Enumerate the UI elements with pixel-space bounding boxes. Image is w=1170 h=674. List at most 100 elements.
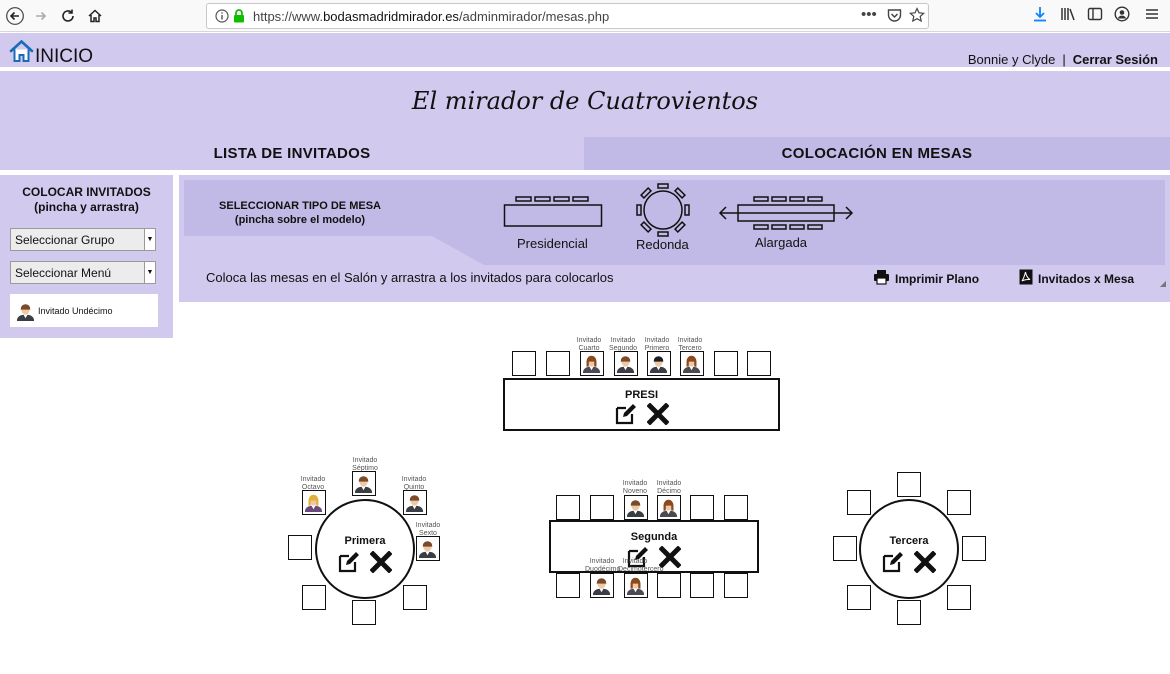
seat-occupied[interactable]: [614, 351, 638, 376]
home-icon[interactable]: [84, 5, 106, 27]
seat-empty[interactable]: [847, 490, 871, 515]
delete-icon[interactable]: [645, 402, 670, 430]
menu-select[interactable]: Seleccionar Menú ▼: [10, 261, 156, 284]
printer-icon: [873, 269, 890, 288]
seat-empty[interactable]: [847, 585, 871, 610]
seat-empty[interactable]: [590, 495, 614, 520]
tab-guest-list[interactable]: LISTA DE INVITADOS: [0, 137, 584, 170]
guests-per-table-button[interactable]: Invitados x Mesa: [1019, 269, 1134, 288]
redonda-label[interactable]: Redonda: [636, 237, 689, 252]
table-name: Segunda: [630, 531, 678, 543]
floor-plan: Invitado Cuarto Invitado Segundo Invitad…: [0, 302, 1170, 674]
seat-empty[interactable]: [714, 351, 738, 376]
edit-icon[interactable]: [338, 551, 360, 578]
print-plan-button[interactable]: Imprimir Plano: [873, 269, 979, 288]
seat-empty[interactable]: [833, 536, 857, 561]
tab-table-seating[interactable]: COLOCACIÓN EN MESAS: [584, 137, 1170, 170]
delete-icon[interactable]: [913, 550, 937, 578]
seat-empty[interactable]: [556, 495, 580, 520]
person-avatar-icon: [616, 353, 636, 373]
account-icon[interactable]: [1114, 6, 1130, 25]
seat-empty[interactable]: [747, 351, 771, 376]
menu-select-value: Seleccionar Menú: [15, 266, 112, 280]
url-text: https://www.bodasmadridmirador.es/adminm…: [253, 9, 610, 24]
presidencial-model-icon[interactable]: [503, 194, 605, 230]
seat-occupied[interactable]: [647, 351, 671, 376]
table-presi[interactable]: PRESI: [503, 378, 780, 431]
delete-icon[interactable]: [369, 550, 393, 578]
seat-empty[interactable]: [724, 573, 748, 598]
table-primera[interactable]: Primera: [315, 499, 415, 599]
seat-occupied[interactable]: [657, 495, 681, 520]
seat-empty[interactable]: [403, 585, 427, 610]
home-label: INICIO: [35, 46, 94, 67]
page-actions-icon[interactable]: •••: [861, 6, 877, 23]
menu-icon[interactable]: [1144, 6, 1160, 25]
seat-empty[interactable]: [690, 573, 714, 598]
user-name: Bonnie y Clyde: [967, 52, 1056, 67]
person-avatar-icon: [354, 473, 374, 493]
seat-empty[interactable]: [897, 600, 921, 625]
seat-empty[interactable]: [947, 490, 971, 515]
guest-label: Invitado Duodécimo: [585, 558, 621, 573]
logout-link[interactable]: Cerrar Sesión: [1073, 52, 1158, 67]
table-type-title-line2: (pincha sobre el modelo): [234, 214, 366, 226]
person-avatar-icon: [304, 492, 324, 512]
back-icon[interactable]: [4, 5, 26, 27]
url-bar[interactable]: https://www.bodasmadridmirador.es/adminm…: [206, 3, 929, 29]
table-type-title: SELECCIONAR TIPO DE MESA (pincha sobre e…: [210, 199, 390, 227]
seat-occupied[interactable]: [352, 471, 376, 496]
group-select-value: Seleccionar Grupo: [15, 233, 115, 247]
seat-occupied[interactable]: [302, 490, 326, 515]
chevron-down-icon: ▼: [144, 229, 155, 250]
table-name: Tercera: [889, 535, 929, 547]
seat-occupied[interactable]: [416, 536, 440, 561]
seat-empty[interactable]: [690, 495, 714, 520]
seat-empty[interactable]: [302, 585, 326, 610]
pocket-icon[interactable]: [887, 8, 902, 28]
person-avatar-icon: [626, 575, 646, 595]
person-avatar-icon: [626, 497, 646, 517]
home-link[interactable]: INICIO: [9, 39, 93, 68]
seat-empty[interactable]: [657, 573, 681, 598]
seat-occupied[interactable]: [624, 573, 648, 598]
download-icon[interactable]: [1033, 6, 1047, 25]
edit-icon[interactable]: [615, 403, 637, 430]
user-area: Bonnie y Clyde | Cerrar Sesión: [968, 52, 1158, 67]
alargada-model-icon[interactable]: [718, 195, 854, 231]
seat-empty[interactable]: [962, 536, 986, 561]
instructions-text: Coloca las mesas en el Salón y arrastra …: [206, 270, 614, 285]
seat-empty[interactable]: [352, 600, 376, 625]
seat-occupied[interactable]: [624, 495, 648, 520]
table-type-panel: SELECCIONAR TIPO DE MESA (pincha sobre e…: [179, 175, 1170, 302]
seat-empty[interactable]: [897, 472, 921, 497]
edit-icon[interactable]: [882, 551, 904, 578]
sidebar-icon[interactable]: [1087, 6, 1103, 25]
seat-occupied[interactable]: [403, 490, 427, 515]
table-tercera[interactable]: Tercera: [859, 499, 959, 599]
site-title: El mirador de Cuatrovientos: [411, 87, 759, 115]
group-select[interactable]: Seleccionar Grupo ▼: [10, 228, 156, 251]
seat-empty[interactable]: [556, 573, 580, 598]
forward-icon[interactable]: [30, 5, 52, 27]
seat-empty[interactable]: [288, 535, 312, 560]
guest-label: Invitado Decimotercero: [618, 558, 664, 573]
seat-empty[interactable]: [947, 585, 971, 610]
person-avatar-icon: [418, 538, 438, 558]
library-icon[interactable]: [1060, 6, 1076, 25]
seat-occupied[interactable]: [590, 573, 614, 598]
seat-empty[interactable]: [546, 351, 570, 376]
seat-empty[interactable]: [512, 351, 536, 376]
alargada-label[interactable]: Alargada: [755, 235, 807, 250]
info-icon[interactable]: [215, 9, 229, 28]
redonda-model-icon[interactable]: [636, 183, 690, 237]
presidencial-label[interactable]: Presidencial: [517, 236, 588, 251]
chevron-down-icon: ▼: [144, 262, 155, 283]
seat-occupied[interactable]: [680, 351, 704, 376]
seat-occupied[interactable]: [580, 351, 604, 376]
reload-icon[interactable]: [57, 5, 79, 27]
resize-handle-icon[interactable]: ◢: [1160, 279, 1166, 288]
bookmark-star-icon[interactable]: [909, 7, 925, 28]
seat-empty[interactable]: [724, 495, 748, 520]
site-topbar: INICIO Bonnie y Clyde | Cerrar Sesión: [0, 33, 1170, 69]
